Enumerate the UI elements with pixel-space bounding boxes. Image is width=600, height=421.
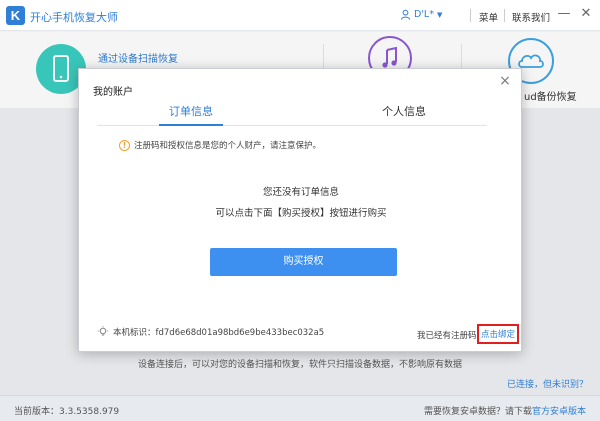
menu-separator xyxy=(504,9,505,22)
android-download-notice: 需要恢复安卓数据？请下载官方安卓版本 xyxy=(424,404,586,417)
lightbulb-icon xyxy=(97,326,109,336)
security-notice: ! 注册码和授权信息是您的个人财产，请注意保护。 xyxy=(119,139,321,151)
user-icon xyxy=(400,9,411,20)
dialog-title: 我的账户 xyxy=(93,87,133,98)
chevron-down-icon: ▼ xyxy=(436,10,443,19)
security-notice-text: 注册码和授权信息是您的个人财产，请注意保护。 xyxy=(134,141,322,151)
user-name: D'L* xyxy=(414,9,434,20)
tab-order-info[interactable]: 订单信息 xyxy=(159,102,223,126)
version-label: 当前版本：3.3.5358.979 xyxy=(14,407,120,417)
app-logo-icon: K xyxy=(6,6,25,25)
buy-license-button[interactable]: 购买授权 xyxy=(210,248,397,276)
user-menu[interactable]: D'L* ▼ xyxy=(400,9,442,20)
menu-separator xyxy=(470,9,471,22)
no-orders-text: 您还没有订单信息 xyxy=(262,187,339,198)
machine-id-text: 本机标识：fd7d6e68d01a98bd6e9be433bec032a5 xyxy=(113,328,325,338)
my-account-dialog: 我的账户 × 订单信息 个人信息 ! 注册码和授权信息是您的个人财产，请注意保护… xyxy=(78,68,522,352)
android-download-text: 需要恢复安卓数据？请下载 xyxy=(423,407,532,417)
warning-icon: ! xyxy=(119,139,130,151)
bind-code-link[interactable]: 点击绑定 xyxy=(477,324,520,344)
footer-bar: 当前版本：3.3.5358.979 需要恢复安卓数据？请下载官方安卓版本 xyxy=(0,395,600,421)
minimize-button[interactable]: — xyxy=(556,6,572,22)
account-tabs: 订单信息 个人信息 xyxy=(97,102,487,126)
have-code-text: 我已经有注册码 xyxy=(417,331,477,341)
title-bar: K 开心手机恢复大师 D'L* ▼ 菜单 联系我们 — ✕ xyxy=(0,0,600,31)
app-title: 开心手机恢复大师 xyxy=(30,11,118,24)
tab-personal-info[interactable]: 个人信息 xyxy=(372,102,436,126)
unrecognized-device-link[interactable]: 已连接，但未识别？ xyxy=(507,377,588,390)
close-window-button[interactable]: ✕ xyxy=(578,6,594,22)
menu-button[interactable]: 菜单 xyxy=(479,10,498,24)
android-download-link[interactable]: 官方安卓版本 xyxy=(532,407,586,417)
dialog-close-button[interactable]: × xyxy=(497,73,513,89)
purchase-hint-text: 可以点击下面【购买授权】按钮进行购买 xyxy=(215,208,387,219)
connection-hint-text: 设备连接后，可以对您的设备扫描和恢复，软件只扫描设备数据，不影响原有数据 xyxy=(137,360,462,370)
machine-id: 本机标识：fd7d6e68d01a98bd6e9be433bec032a5 xyxy=(97,326,324,338)
contact-us-link[interactable]: 联系我们 xyxy=(512,10,550,24)
